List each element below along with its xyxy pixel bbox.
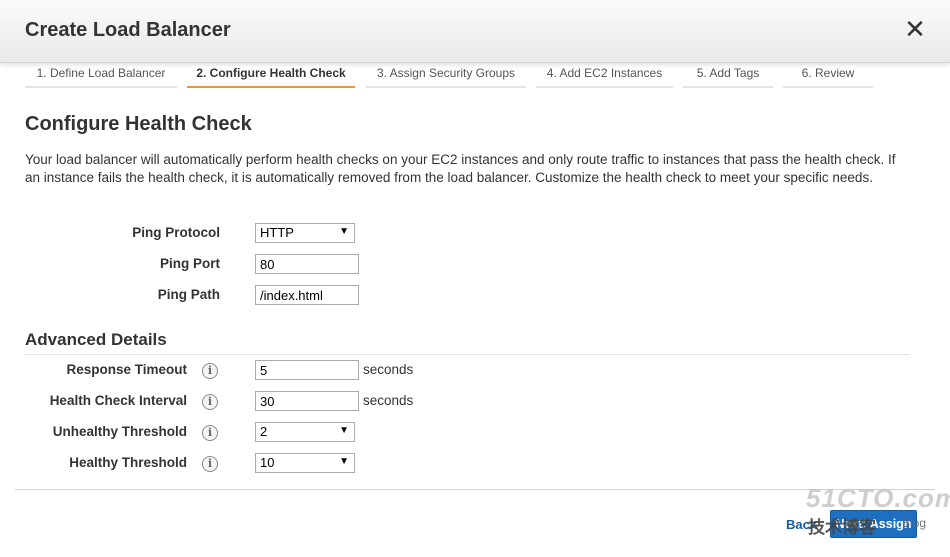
ping-protocol-label: Ping Protocol — [132, 225, 220, 240]
health-check-interval-unit: seconds — [363, 393, 414, 408]
wizard-step-review[interactable]: 6. Review — [783, 62, 873, 88]
dialog-title: Create Load Balancer — [25, 19, 231, 41]
wizard-step-define-load-balancer[interactable]: 1. Define Load Balancer — [25, 62, 177, 88]
wizard-step-add-tags[interactable]: 5. Add Tags — [683, 62, 773, 88]
watermark-line3: Blog — [902, 516, 927, 530]
unhealthy-threshold-value: 2 — [260, 424, 268, 439]
info-icon[interactable]: i — [202, 425, 218, 441]
create-load-balancer-dialog: Create Load Balancer ✕ 1. Define Load Ba… — [0, 0, 950, 557]
watermark-line1: 51CTO.com — [806, 483, 950, 513]
close-icon[interactable]: ✕ — [904, 16, 926, 42]
wizard-step-add-ec2-instances[interactable]: 4. Add EC2 Instances — [536, 62, 673, 88]
response-timeout-label: Response Timeout — [66, 362, 187, 377]
health-check-description: Your load balancer will automatically pe… — [25, 152, 896, 185]
health-check-interval-label: Health Check Interval — [49, 393, 187, 408]
unhealthy-threshold-label: Unhealthy Threshold — [52, 424, 187, 439]
ping-path-input[interactable] — [255, 285, 359, 305]
chevron-down-icon: ▼ — [339, 456, 349, 467]
footer-divider — [15, 489, 935, 490]
ping-path-label: Ping Path — [157, 287, 220, 302]
ping-protocol-value: HTTP — [260, 225, 294, 240]
response-timeout-unit: seconds — [363, 362, 414, 377]
wizard-steps: 1. Define Load Balancer 2. Configure Hea… — [0, 62, 950, 88]
info-icon[interactable]: i — [202, 394, 218, 410]
section-heading-advanced-details: Advanced Details — [25, 330, 167, 349]
chevron-down-icon: ▼ — [339, 425, 349, 436]
response-timeout-input[interactable] — [255, 360, 359, 380]
info-icon[interactable]: i — [202, 363, 218, 379]
wizard-step-configure-health-check[interactable]: 2. Configure Health Check — [187, 62, 355, 88]
healthy-threshold-value: 10 — [260, 455, 275, 470]
dialog-header: Create Load Balancer ✕ — [0, 0, 950, 63]
ping-port-label: Ping Port — [160, 256, 220, 271]
info-icon[interactable]: i — [202, 456, 218, 472]
healthy-threshold-select[interactable]: 10 ▼ — [255, 453, 355, 473]
ping-protocol-select[interactable]: HTTP ▼ — [255, 223, 355, 243]
watermark-line2: 技术博客 — [808, 518, 876, 537]
health-check-interval-input[interactable] — [255, 391, 359, 411]
unhealthy-threshold-select[interactable]: 2 ▼ — [255, 422, 355, 442]
watermark-logo: 51CTO.com 技术博客 Blog — [806, 483, 950, 543]
healthy-threshold-label: Healthy Threshold — [69, 455, 187, 470]
section-divider — [25, 354, 910, 355]
section-heading-health-check: Configure Health Check — [25, 113, 252, 135]
chevron-down-icon: ▼ — [339, 226, 349, 237]
wizard-step-assign-security-groups[interactable]: 3. Assign Security Groups — [366, 62, 526, 88]
ping-port-input[interactable] — [255, 254, 359, 274]
